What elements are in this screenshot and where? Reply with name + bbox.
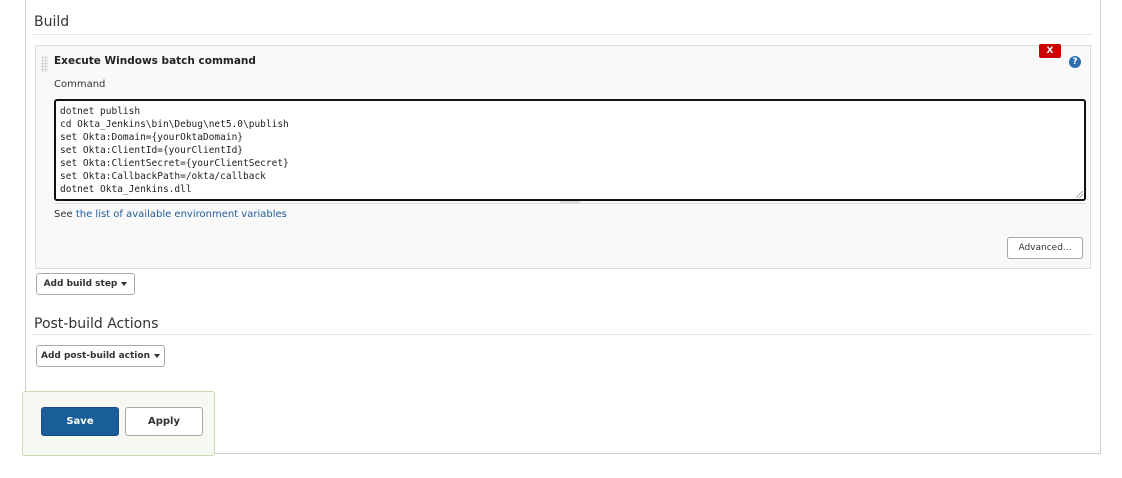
- resize-grip-icon[interactable]: [1076, 191, 1083, 198]
- delete-step-button[interactable]: X: [1039, 44, 1061, 58]
- apply-button[interactable]: Apply: [125, 407, 203, 436]
- build-section-divider: [33, 34, 1093, 35]
- help-icon[interactable]: ?: [1069, 56, 1081, 68]
- command-textarea[interactable]: dotnet publish cd Okta_Jenkins\bin\Debug…: [54, 99, 1086, 201]
- caret-down-icon: [121, 281, 128, 286]
- textarea-expander-handle[interactable]: [560, 201, 580, 204]
- drag-handle-icon[interactable]: [41, 56, 48, 72]
- env-variables-link[interactable]: the list of available environment variab…: [76, 209, 287, 220]
- add-build-step-button[interactable]: Add build step: [36, 273, 135, 295]
- caret-down-icon: [153, 353, 160, 358]
- add-build-step-label: Add build step: [43, 279, 118, 289]
- save-button[interactable]: Save: [41, 407, 119, 436]
- build-step-title: Execute Windows batch command: [54, 55, 256, 67]
- post-build-section-title: Post-build Actions: [34, 316, 159, 332]
- post-build-section-divider: [33, 334, 1093, 335]
- advanced-button[interactable]: Advanced...: [1007, 237, 1083, 259]
- add-post-build-action-button[interactable]: Add post-build action: [36, 345, 165, 367]
- env-help-prefix: See: [54, 209, 73, 220]
- command-text[interactable]: dotnet publish cd Okta_Jenkins\bin\Debug…: [60, 105, 1080, 195]
- env-variables-help: See the list of available environment va…: [54, 209, 287, 220]
- build-section-title: Build: [34, 14, 70, 30]
- add-post-build-action-label: Add post-build action: [41, 351, 150, 361]
- command-label: Command: [54, 79, 106, 90]
